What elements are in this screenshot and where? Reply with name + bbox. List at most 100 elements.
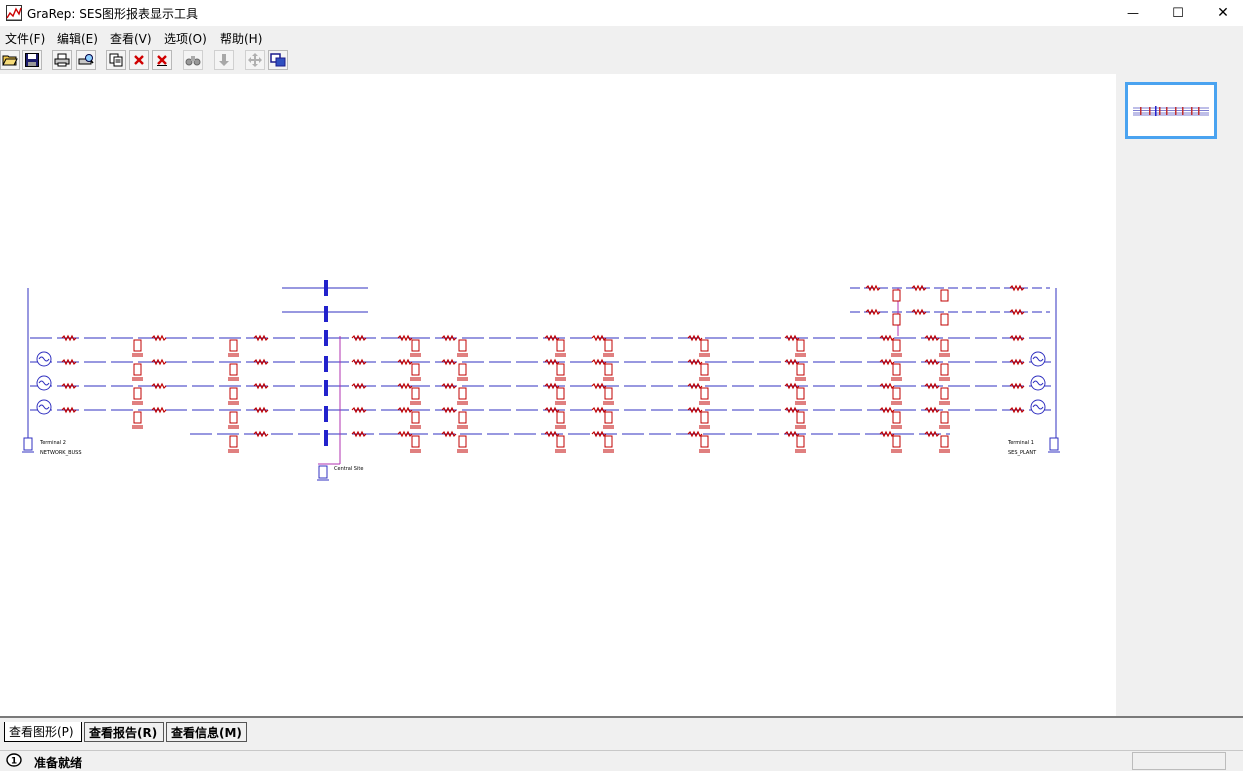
- delete-icon: [134, 55, 144, 65]
- component-box: [940, 387, 949, 400]
- component-box: [229, 339, 238, 352]
- tab-view-graph[interactable]: 查看图形(P): [4, 722, 82, 742]
- component-box: [700, 339, 709, 352]
- app-chart-icon: [6, 5, 22, 21]
- component-box: [133, 363, 142, 376]
- component-box: [796, 435, 805, 448]
- terminal-box: [23, 437, 33, 451]
- terminal-box: [318, 465, 328, 479]
- component-box: [700, 363, 709, 376]
- component-box: [229, 435, 238, 448]
- view-tabs: 查看图形(P) 查看报告(R) 查看信息(M): [0, 716, 1243, 746]
- tab-view-report[interactable]: 查看报告(R): [84, 722, 164, 742]
- component-box: [892, 411, 901, 424]
- component-box: [892, 313, 901, 326]
- component-box: [556, 363, 565, 376]
- component-box: [796, 411, 805, 424]
- grounding-system-diagram: Terminal 2 NETWORK_BUSS Central Site Termin…: [22, 280, 1060, 481]
- component-box: [940, 339, 949, 352]
- find-button[interactable]: [183, 50, 203, 70]
- window-title: GraRep: SES图形报表显示工具: [27, 7, 199, 21]
- delete-button[interactable]: [129, 50, 149, 70]
- terminal-box: [1049, 437, 1059, 451]
- menu-view[interactable]: 查看(V): [110, 30, 152, 47]
- component-box: [604, 363, 613, 376]
- copy-icon: [109, 53, 123, 67]
- terminal-2-label: Terminal 2: [39, 440, 66, 446]
- busbar-segment: [324, 306, 328, 322]
- component-box: [700, 435, 709, 448]
- component-box: [556, 387, 565, 400]
- svg-text:1: 1: [11, 757, 17, 767]
- print-preview-icon: [78, 54, 94, 65]
- minimize-button[interactable]: —: [1110, 0, 1156, 26]
- central-site-label: Central Site: [334, 466, 363, 472]
- delete-all-icon: [157, 55, 167, 66]
- print-preview-button[interactable]: [76, 50, 96, 70]
- busbar-segment: [324, 330, 328, 346]
- busbar-segment: [324, 356, 328, 372]
- status-bar: 1 准备就绪: [0, 750, 1243, 771]
- component-box: [458, 387, 467, 400]
- component-box: [411, 387, 420, 400]
- pan-button[interactable]: [245, 50, 265, 70]
- component-box: [458, 339, 467, 352]
- busbar-segment: [324, 406, 328, 422]
- close-icon: ✕: [1217, 5, 1229, 21]
- menu-options[interactable]: 选项(O): [164, 30, 207, 47]
- network-bus-label: NETWORK_BUSS: [40, 450, 82, 456]
- component-box: [940, 363, 949, 376]
- print-button[interactable]: [52, 50, 72, 70]
- component-box: [229, 411, 238, 424]
- component-box: [556, 411, 565, 424]
- busbar-segment: [324, 430, 328, 446]
- component-box: [604, 339, 613, 352]
- open-icon: [2, 55, 18, 66]
- component-box: [700, 387, 709, 400]
- component-box: [411, 339, 420, 352]
- binoculars-icon: [185, 56, 201, 66]
- overview-thumbnail[interactable]: [1125, 82, 1217, 139]
- save-button[interactable]: [22, 50, 42, 70]
- thumbnail-diagram: [1132, 106, 1210, 116]
- menu-bar: 文件(F) 编辑(E) 查看(V) 选项(O) 帮助(H): [0, 28, 1243, 48]
- info-number-icon: 1: [6, 753, 22, 767]
- component-box: [458, 435, 467, 448]
- menu-help[interactable]: 帮助(H): [220, 30, 262, 47]
- component-box: [133, 411, 142, 424]
- component-box: [892, 387, 901, 400]
- component-box: [556, 339, 565, 352]
- component-box: [556, 435, 565, 448]
- toolbar: [0, 49, 1243, 73]
- open-button[interactable]: [0, 50, 20, 70]
- diagram-canvas[interactable]: Terminal 2 NETWORK_BUSS Central Site Termin…: [0, 74, 1116, 716]
- status-pane: [1132, 752, 1226, 770]
- tab-view-info[interactable]: 查看信息(M): [166, 722, 247, 742]
- component-box: [229, 363, 238, 376]
- component-box: [604, 411, 613, 424]
- copy-button[interactable]: [106, 50, 126, 70]
- menu-file[interactable]: 文件(F): [5, 30, 45, 47]
- maximize-button[interactable]: ☐: [1155, 0, 1201, 26]
- component-box: [133, 387, 142, 400]
- move-down-button[interactable]: [214, 50, 234, 70]
- menu-edit[interactable]: 编辑(E): [57, 30, 98, 47]
- component-box: [796, 387, 805, 400]
- component-box: [411, 435, 420, 448]
- print-icon: [54, 53, 70, 67]
- fit-window-icon: [270, 53, 286, 67]
- delete-all-button[interactable]: [152, 50, 172, 70]
- component-box: [940, 435, 949, 448]
- title-bar: GraRep: SES图形报表显示工具 — ☐ ✕: [0, 0, 1243, 26]
- down-arrow-icon: [219, 54, 229, 66]
- busbar-segment: [324, 380, 328, 396]
- fit-window-button[interactable]: [268, 50, 288, 70]
- component-box: [604, 387, 613, 400]
- component-box: [940, 411, 949, 424]
- component-box: [796, 339, 805, 352]
- component-box: [892, 435, 901, 448]
- component-box: [133, 339, 142, 352]
- component-box: [892, 363, 901, 376]
- close-button[interactable]: ✕: [1200, 0, 1243, 26]
- status-text: 准备就绪: [34, 756, 83, 770]
